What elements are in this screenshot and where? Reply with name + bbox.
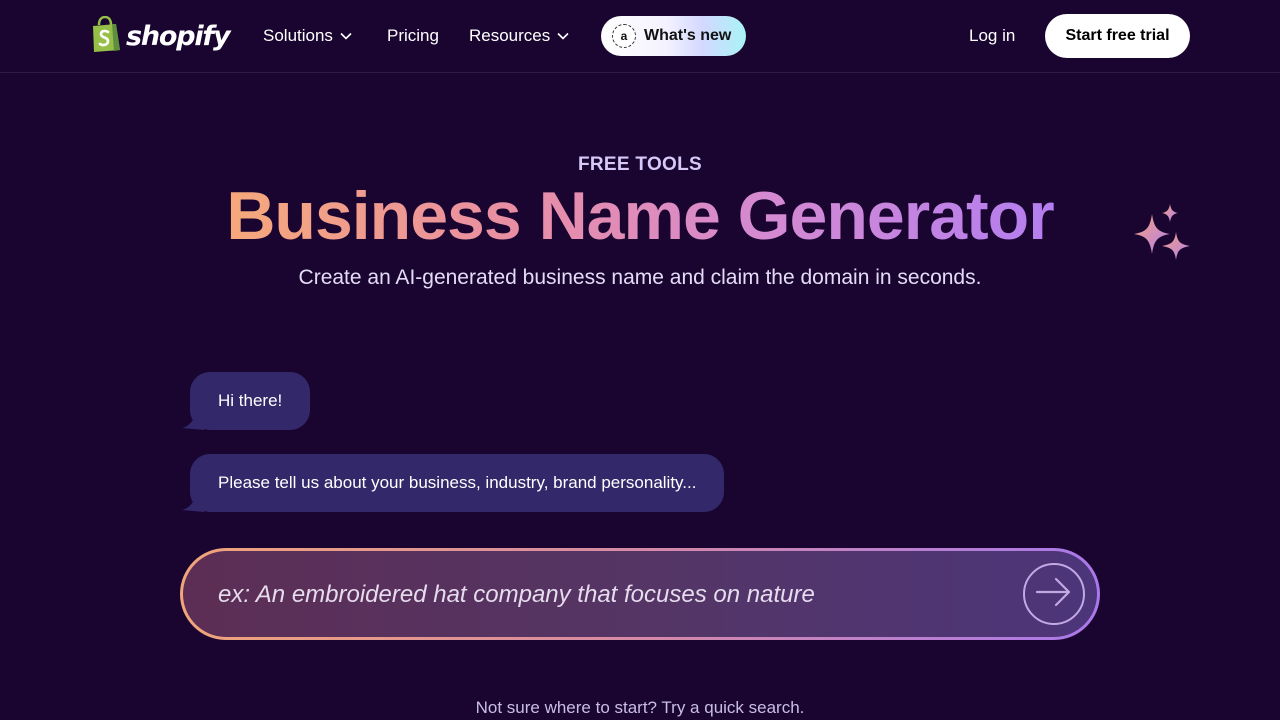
- shopify-logo[interactable]: shopify: [90, 15, 231, 57]
- arrow-right-icon: [1035, 577, 1073, 612]
- chevron-down-icon: [556, 29, 570, 43]
- shopping-bag-icon: [90, 15, 122, 57]
- business-description-field: [180, 548, 1100, 640]
- sparkles-icon: [1132, 204, 1194, 275]
- business-description-input[interactable]: [216, 551, 1000, 639]
- page-title-text: Business Name Generator: [226, 178, 1054, 254]
- editions-badge-icon: a: [612, 24, 636, 48]
- quick-search-hint: Not sure where to start? Try a quick sea…: [475, 698, 805, 717]
- nav-pricing[interactable]: Pricing: [387, 24, 439, 48]
- chat-bubble-greeting: Hi there!: [190, 372, 311, 430]
- nav-solutions-label: Solutions: [263, 26, 333, 45]
- page-subtitle: Create an AI-generated business name and…: [298, 266, 982, 289]
- nav-resources-label: Resources: [469, 26, 551, 45]
- chevron-down-icon: [339, 29, 353, 43]
- chat-bubble-prompt: Please tell us about your business, indu…: [190, 454, 725, 512]
- whats-new-label: What's new: [644, 27, 732, 44]
- brand-wordmark: shopify: [126, 20, 231, 52]
- submit-button[interactable]: [1023, 563, 1085, 625]
- whats-new-button[interactable]: a What's new: [601, 16, 746, 56]
- page-title: Business Name Generator: [0, 174, 1280, 258]
- nav-solutions[interactable]: Solutions: [263, 24, 353, 48]
- nav-pricing-label: Pricing: [387, 26, 439, 45]
- input-container: [183, 551, 1097, 639]
- top-navigation: shopify Solutions Pricing Resources a Wh…: [0, 0, 1280, 73]
- nav-resources[interactable]: Resources: [469, 24, 570, 48]
- start-free-trial-button[interactable]: Start free trial: [1045, 14, 1190, 58]
- eyebrow-label: FREE TOOLS: [577, 154, 703, 175]
- login-link[interactable]: Log in: [969, 24, 1015, 48]
